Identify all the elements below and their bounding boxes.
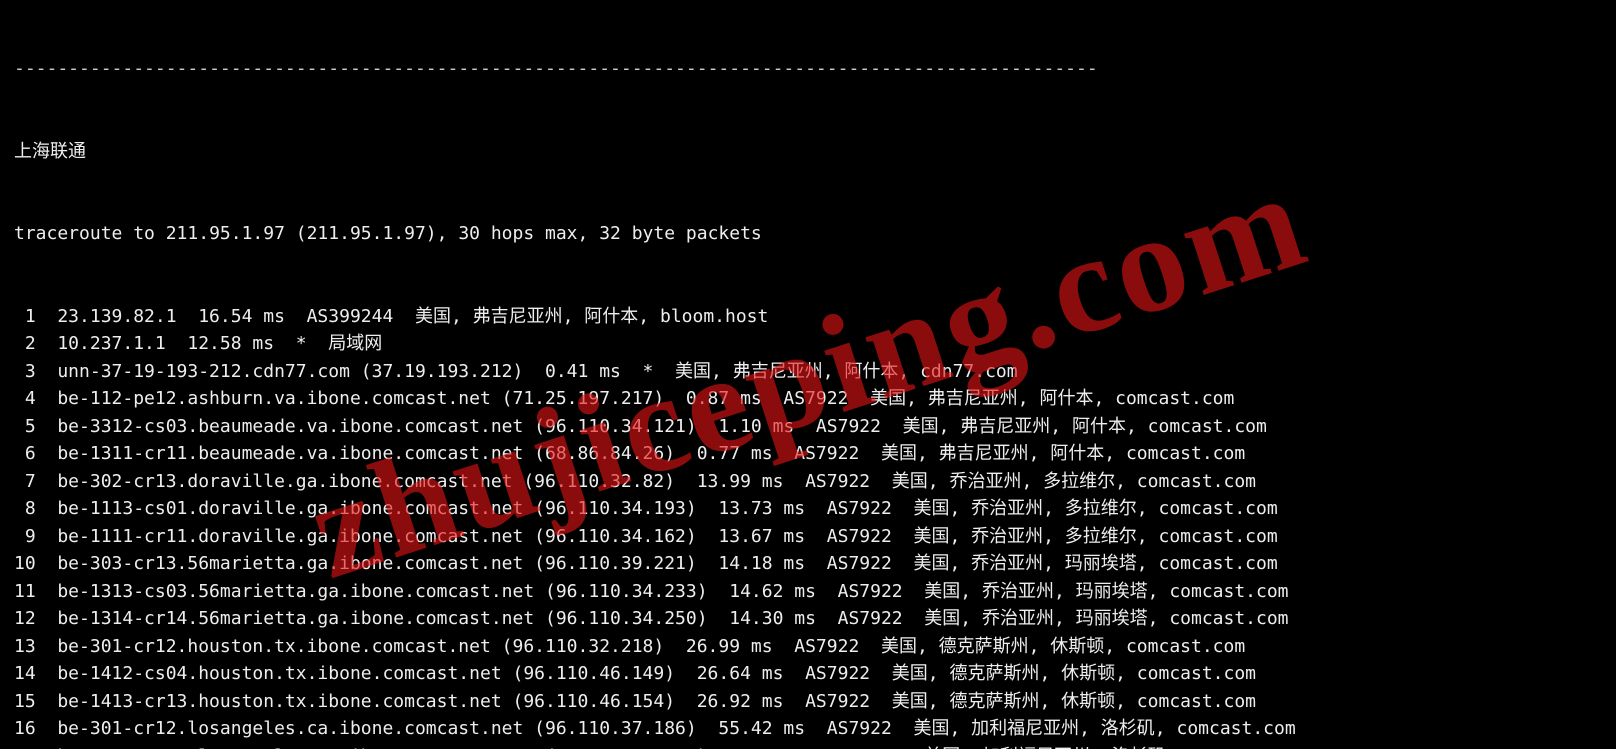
hop-row: 12 be-1314-cr14.56marietta.ga.ibone.comc… xyxy=(14,605,1616,633)
hop-detail: be-1113-cs01.doraville.ga.ibone.comcast.… xyxy=(57,498,1277,519)
hop-detail: be-1111-cr11.doraville.ga.ibone.comcast.… xyxy=(57,526,1277,547)
hop-row: 11 be-1313-cs03.56marietta.ga.ibone.comc… xyxy=(14,578,1616,606)
hop-detail: be-1311-cr11.beaumeade.va.ibone.comcast.… xyxy=(57,443,1245,464)
hop-row: 15 be-1413-cr13.houston.tx.ibone.comcast… xyxy=(14,688,1616,716)
hop-detail: be-302-cr13.doraville.ga.ibone.comcast.n… xyxy=(57,471,1256,492)
hop-row: 5 be-3312-cs03.beaumeade.va.ibone.comcas… xyxy=(14,413,1616,441)
hop-row: 7 be-302-cr13.doraville.ga.ibone.comcast… xyxy=(14,468,1616,496)
hop-row: 16 be-301-cr12.losangeles.ca.ibone.comca… xyxy=(14,715,1616,743)
hop-number: 4 xyxy=(14,385,36,413)
hop-row: 2 10.237.1.1 12.58 ms * 局域网 xyxy=(14,330,1616,358)
section-title: 上海联通 xyxy=(14,138,1616,166)
hop-detail: 10.237.1.1 12.58 ms * 局域网 xyxy=(57,333,382,354)
hop-row: 6 be-1311-cr11.beaumeade.va.ibone.comcas… xyxy=(14,440,1616,468)
hop-detail: 23.139.82.1 16.54 ms AS399244 美国, 弗吉尼亚州,… xyxy=(57,306,768,327)
hop-detail: be-1412-cs04.houston.tx.ibone.comcast.ne… xyxy=(57,663,1256,684)
hop-row: 4 be-112-pe12.ashburn.va.ibone.comcast.n… xyxy=(14,385,1616,413)
hop-number: 16 xyxy=(14,715,36,743)
terminal-output[interactable]: ----------------------------------------… xyxy=(0,0,1616,749)
hop-row: 17 be-1412-cs04.losangeles.ca.ibone.comc… xyxy=(14,743,1616,749)
hop-number: 5 xyxy=(14,413,36,441)
hop-row: 13 be-301-cr12.houston.tx.ibone.comcast.… xyxy=(14,633,1616,661)
hop-row: 9 be-1111-cr11.doraville.ga.ibone.comcas… xyxy=(14,523,1616,551)
hop-detail: be-301-cr12.losangeles.ca.ibone.comcast.… xyxy=(57,718,1295,739)
divider-line: ----------------------------------------… xyxy=(14,55,1616,83)
hop-number: 14 xyxy=(14,660,36,688)
hop-number: 1 xyxy=(14,303,36,331)
hop-detail: be-3312-cs03.beaumeade.va.ibone.comcast.… xyxy=(57,416,1267,437)
hop-detail: be-1413-cr13.houston.tx.ibone.comcast.ne… xyxy=(57,691,1256,712)
hop-number: 13 xyxy=(14,633,36,661)
hop-row: 10 be-303-cr13.56marietta.ga.ibone.comca… xyxy=(14,550,1616,578)
hop-detail: be-1313-cs03.56marietta.ga.ibone.comcast… xyxy=(57,581,1288,602)
hop-row: 3 unn-37-19-193-212.cdn77.com (37.19.193… xyxy=(14,358,1616,386)
hop-detail: unn-37-19-193-212.cdn77.com (37.19.193.2… xyxy=(57,361,1017,382)
hop-row: 8 be-1113-cs01.doraville.ga.ibone.comcas… xyxy=(14,495,1616,523)
hop-detail: be-1314-cr14.56marietta.ga.ibone.comcast… xyxy=(57,608,1288,629)
hop-detail: be-1412-cs04.losangeles.ca.ibone.comcast… xyxy=(57,746,1306,749)
hop-detail: be-112-pe12.ashburn.va.ibone.comcast.net… xyxy=(57,388,1234,409)
hop-row: 1 23.139.82.1 16.54 ms AS399244 美国, 弗吉尼亚… xyxy=(14,303,1616,331)
hop-number: 10 xyxy=(14,550,36,578)
hop-number: 3 xyxy=(14,358,36,386)
hop-number: 15 xyxy=(14,688,36,716)
hops-container: 1 23.139.82.1 16.54 ms AS399244 美国, 弗吉尼亚… xyxy=(14,303,1616,749)
hop-number: 7 xyxy=(14,468,36,496)
hop-number: 11 xyxy=(14,578,36,606)
hop-number: 6 xyxy=(14,440,36,468)
hop-number: 17 xyxy=(14,743,36,749)
hop-detail: be-301-cr12.houston.tx.ibone.comcast.net… xyxy=(57,636,1245,657)
hop-number: 12 xyxy=(14,605,36,633)
hop-row: 14 be-1412-cs04.houston.tx.ibone.comcast… xyxy=(14,660,1616,688)
hop-number: 9 xyxy=(14,523,36,551)
hop-detail: be-303-cr13.56marietta.ga.ibone.comcast.… xyxy=(57,553,1277,574)
traceroute-header: traceroute to 211.95.1.97 (211.95.1.97),… xyxy=(14,220,1616,248)
hop-number: 2 xyxy=(14,330,36,358)
hop-number: 8 xyxy=(14,495,36,523)
